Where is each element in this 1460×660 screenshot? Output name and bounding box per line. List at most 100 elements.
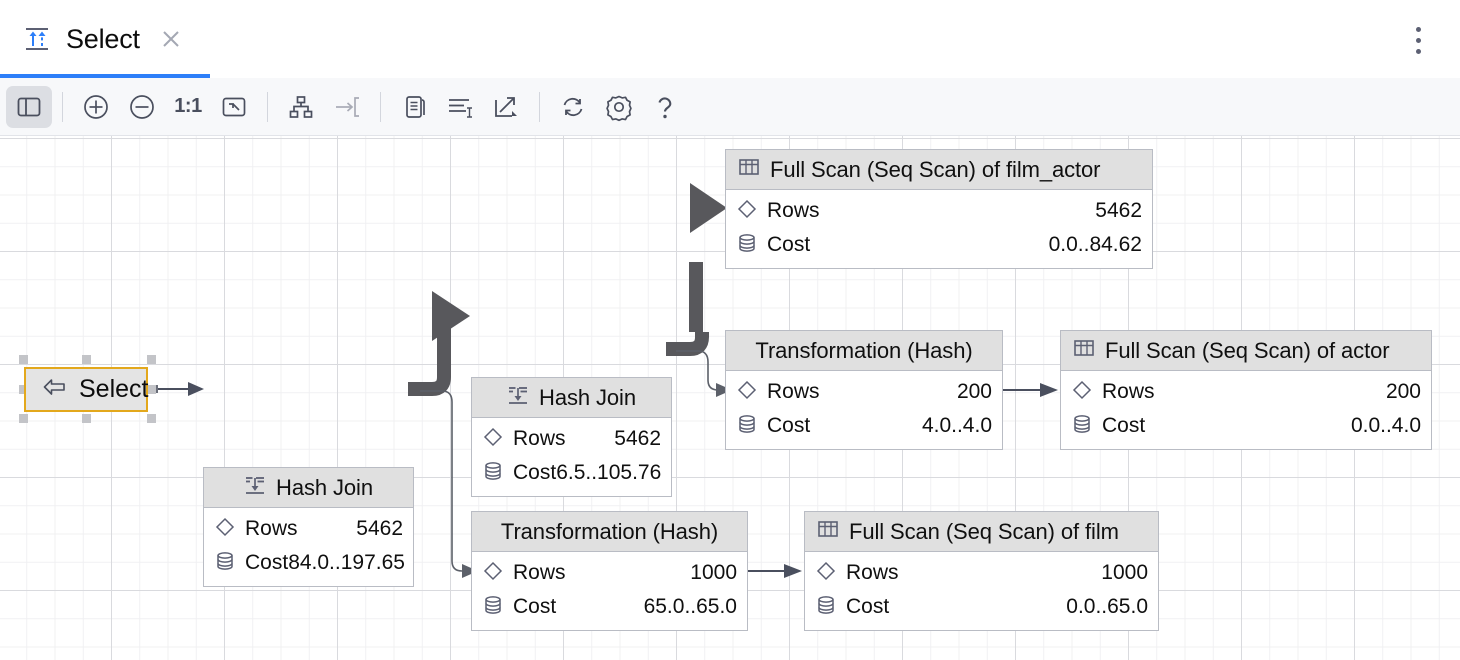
property-rows: Rows 5462 (214, 512, 403, 546)
property-cost: Cost 0.0..4.0 (1071, 409, 1421, 443)
selection-handle[interactable] (82, 414, 91, 423)
property-rows: Rows 1000 (815, 556, 1148, 590)
property-label: Rows (767, 380, 820, 404)
rows-diamond-icon (815, 560, 837, 587)
node-select-label: Select (79, 375, 148, 404)
cost-database-icon (214, 550, 236, 577)
table-icon (817, 519, 839, 544)
hash-join-icon (244, 474, 266, 501)
property-value: 0.0..84.62 (1049, 233, 1142, 257)
node-title: Hash Join (539, 385, 636, 411)
property-value: 0.0..4.0 (1351, 414, 1421, 438)
node-header: Transformation (Hash) (726, 331, 1002, 371)
node-hash-join-1[interactable]: Hash Join Rows 5462 Cost (203, 467, 414, 587)
node-header: Hash Join (472, 378, 671, 418)
rows-diamond-icon (736, 198, 758, 225)
property-value: 200 (1386, 380, 1421, 404)
node-transformation-hash-2[interactable]: Transformation (Hash) Rows 1000 (471, 511, 748, 631)
selection-handle[interactable] (147, 355, 156, 364)
edge-transformation-hash-1-to-seq-scan-actor (1003, 383, 1058, 397)
node-header: Full Scan (Seq Scan) of actor (1061, 331, 1431, 371)
export-diagram-button[interactable] (483, 86, 529, 128)
selection-handle[interactable] (147, 414, 156, 423)
selection-handle[interactable] (19, 414, 28, 423)
node-hash-join-2[interactable]: Hash Join Rows 5462 Cost (471, 377, 672, 497)
property-cost: Cost 84.0..197.65 (214, 546, 403, 580)
hierarchy-icon (287, 93, 315, 121)
toggle-sidebar-button[interactable] (6, 86, 52, 128)
property-rows: Rows 5462 (736, 194, 1142, 228)
property-value: 84.0..197.65 (288, 551, 405, 575)
zoom-out-button[interactable] (119, 86, 165, 128)
active-tab-indicator (0, 74, 210, 78)
property-value: 65.0..65.0 (644, 595, 737, 619)
table-icon (1073, 338, 1095, 363)
property-cost: Cost 0.0..65.0 (815, 590, 1148, 624)
edge-hash-join-2-to-transformation-hash-1 (676, 351, 732, 397)
copy-diagram-button[interactable] (391, 86, 437, 128)
node-header: Hash Join (204, 468, 413, 508)
cost-database-icon (815, 594, 837, 621)
node-seq-scan-film-actor[interactable]: Full Scan (Seq Scan) of film_actor Rows … (725, 149, 1153, 269)
property-label: Rows (513, 427, 566, 451)
node-transformation-hash-1[interactable]: Transformation (Hash) Rows 200 (725, 330, 1003, 450)
node-seq-scan-film[interactable]: Full Scan (Seq Scan) of film Rows 1000 (804, 511, 1159, 631)
node-body: Rows 200 Cost 0.0..4.0 (1061, 371, 1431, 449)
tab-select[interactable]: Select (0, 0, 200, 78)
diagram-canvas[interactable]: Select Hash Join (0, 136, 1460, 660)
cost-database-icon (1071, 413, 1093, 440)
property-value: 5462 (614, 427, 661, 451)
export-arrow-icon (491, 93, 521, 121)
fit-content-button[interactable] (211, 86, 257, 128)
node-header: Full Scan (Seq Scan) of film (805, 512, 1158, 552)
arrow-to-bracket-icon (332, 93, 362, 121)
toolbar-separator (380, 92, 381, 122)
node-title: Transformation (Hash) (755, 338, 972, 364)
node-title: Transformation (Hash) (501, 519, 718, 545)
rows-diamond-icon (214, 516, 236, 543)
edge-select-to-hash-join-1 (150, 382, 204, 396)
text-lines-icon (445, 93, 475, 121)
property-label: Rows (767, 199, 820, 223)
copy-icon (400, 93, 428, 121)
node-body: Rows 1000 Cost 65.0..65.0 (472, 552, 747, 630)
plus-circle-icon (81, 92, 111, 122)
close-icon[interactable] (160, 28, 182, 50)
question-mark-icon (651, 92, 679, 122)
collapse-to-edge-button[interactable] (324, 86, 370, 128)
property-value: 1000 (690, 561, 737, 585)
refresh-button[interactable] (550, 86, 596, 128)
settings-button[interactable] (596, 86, 642, 128)
node-select[interactable]: Select (24, 367, 148, 412)
toolbar-separator (539, 92, 540, 122)
rows-diamond-icon (1071, 379, 1093, 406)
property-label: Cost (245, 551, 288, 575)
property-value: 5462 (1095, 199, 1142, 223)
hash-join-icon (507, 384, 529, 411)
property-value: 4.0..4.0 (922, 414, 992, 438)
property-value: 5462 (356, 517, 403, 541)
more-vertical-icon[interactable] (1398, 10, 1438, 70)
property-label: Cost (1102, 414, 1145, 438)
actual-size-button[interactable]: 1:1 (165, 86, 211, 128)
show-plan-text-button[interactable] (437, 86, 483, 128)
property-label: Cost (767, 414, 810, 438)
property-label: Rows (245, 517, 298, 541)
edge-hash-join-2-to-seq-scan-film-actor (666, 183, 727, 356)
property-label: Cost (767, 233, 810, 257)
layout-hierarchy-button[interactable] (278, 86, 324, 128)
node-body: Rows 5462 Cost 6.5..105.76 (472, 418, 671, 496)
node-seq-scan-actor[interactable]: Full Scan (Seq Scan) of actor Rows 200 (1060, 330, 1432, 450)
help-button[interactable] (642, 86, 688, 128)
selection-handle[interactable] (82, 355, 91, 364)
zoom-in-button[interactable] (73, 86, 119, 128)
toolbar-separator (267, 92, 268, 122)
node-body: Rows 5462 Cost 0.0..84.62 (726, 190, 1152, 268)
tab-title: Select (66, 24, 140, 55)
edge-hash-join-1-to-transformation-hash-2 (420, 391, 478, 578)
property-label: Rows (846, 561, 899, 585)
cost-database-icon (736, 232, 758, 259)
selection-handle[interactable] (19, 355, 28, 364)
tab-bar: Select (0, 0, 1460, 78)
edge-transformation-hash-2-to-seq-scan-film (748, 564, 802, 578)
